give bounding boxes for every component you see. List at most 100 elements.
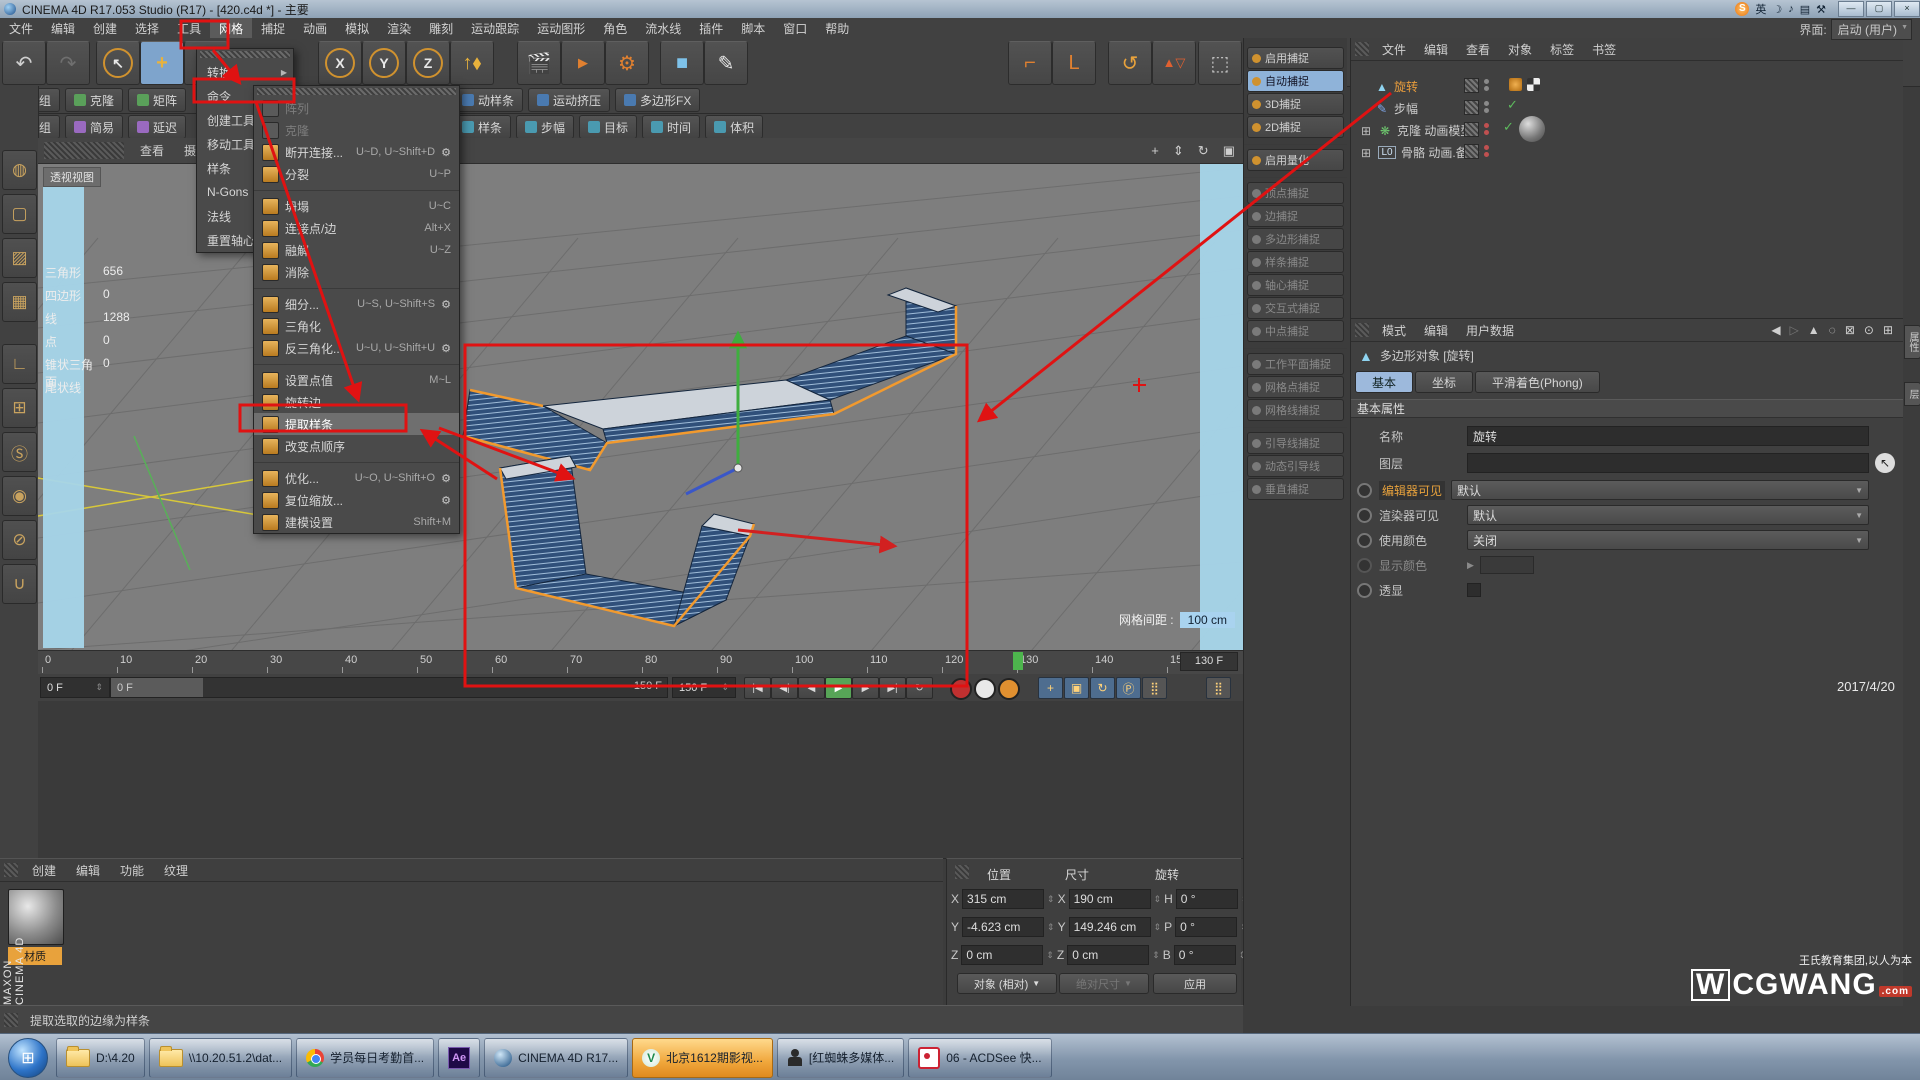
snap-option[interactable]: 引导线捕捉 (1247, 432, 1344, 454)
timeline-slider[interactable]: 0 F 150 F (110, 677, 668, 698)
snap-option[interactable]: 启用捕捉 (1247, 47, 1344, 69)
redo-button[interactable]: ↷ (46, 41, 90, 85)
menu-tearoff[interactable] (200, 51, 290, 58)
snap-option[interactable]: 交互式捕捉 (1247, 297, 1344, 319)
submenu-item[interactable]: 三角化⚙ (254, 315, 459, 337)
use-color-dropdown[interactable]: 关闭 (1467, 530, 1869, 550)
object-row-bones[interactable]: ⊞ L0 骨骼 动画.备份 (1359, 142, 1480, 163)
toolbar-button[interactable]: 时间 (642, 115, 700, 139)
snap-option[interactable]: 3D捕捉 (1247, 93, 1344, 115)
pos-z-field[interactable]: 0 cm (961, 945, 1043, 965)
display-color-swatch[interactable] (1480, 556, 1534, 574)
submenu-item[interactable]: 断开连接...U~D, U~Shift+D⚙ (254, 141, 459, 163)
submenu-item[interactable]: 设置点值M~L⚙ (254, 369, 459, 391)
toolbar-button[interactable]: 体积 (705, 115, 763, 139)
submenu-item[interactable]: 改变点顺序⚙ (254, 435, 459, 457)
toggle-view-icon[interactable]: ▣ (1223, 143, 1235, 159)
visibility-dots[interactable] (1484, 145, 1489, 157)
title-bar[interactable]: CINEMA 4D R17.053 Studio (R17) - [420.c4… (0, 0, 1920, 18)
toolbar-button[interactable]: 延迟 (128, 115, 186, 139)
menu-bar-item[interactable]: 网格 (210, 18, 252, 39)
record-button[interactable] (950, 678, 972, 700)
loop-button[interactable]: ↻ (906, 677, 933, 699)
snap-option[interactable]: 动态引导线 (1247, 455, 1344, 477)
toolbar-button[interactable]: 矩阵 (128, 88, 186, 112)
keyframe-selection-button[interactable]: ⣿ (1206, 677, 1231, 699)
gear-icon[interactable]: ⚙ (441, 298, 451, 311)
taskbar-aftereffects[interactable]: Ae (438, 1038, 480, 1078)
pos-y-field[interactable]: -4.623 cm (962, 917, 1044, 937)
side-tab-attributes[interactable]: 属性 (1904, 325, 1920, 359)
pos-x-field[interactable]: 315 cm (962, 889, 1044, 909)
layer-chip[interactable] (1464, 100, 1479, 118)
menu-bar-item[interactable]: 运动跟踪 (462, 18, 528, 39)
name-field[interactable]: 旋转 (1467, 426, 1869, 446)
submenu-item[interactable]: 消除⚙ (254, 261, 459, 283)
toolbar-button[interactable]: 样条 (453, 115, 511, 139)
phong-tag-icon[interactable] (1527, 78, 1540, 91)
om-menu-object[interactable]: 对象 (1499, 39, 1541, 60)
submenu-item[interactable]: 阵列⚙ (254, 97, 459, 119)
model-mode-button[interactable]: ▢ (2, 194, 37, 234)
coordinate-system-button[interactable]: ↑⬧ (450, 41, 494, 85)
prev-frame-button[interactable]: ◀ (798, 677, 825, 699)
visibility-dots[interactable] (1484, 123, 1489, 135)
workplane-mode-button[interactable]: ∟ (2, 344, 37, 384)
gear-icon[interactable]: ⚙ (441, 494, 451, 507)
render-view-button[interactable]: 🎬 (517, 41, 561, 85)
editor-visible-dropdown[interactable]: 默认 (1451, 480, 1869, 500)
snap-option[interactable]: 多边形捕捉 (1247, 228, 1344, 250)
snap-option[interactable]: 边捕捉 (1247, 205, 1344, 227)
layer-chip[interactable] (1464, 144, 1479, 162)
cube-points-button[interactable]: ⬚ (1198, 41, 1242, 85)
material-panel-grip[interactable] (4, 863, 18, 877)
menu-bar-item[interactable]: 工具 (168, 18, 210, 39)
editor-visible-radio[interactable] (1357, 483, 1372, 498)
xray-checkbox[interactable] (1467, 583, 1481, 597)
menu-bar-item[interactable]: 文件 (0, 18, 42, 39)
gear-icon[interactable]: ⚙ (441, 146, 451, 159)
history-forward-icon[interactable]: ▷ (1790, 323, 1799, 337)
size-y-field[interactable]: 149.246 cm (1069, 917, 1151, 937)
tab-coordinates[interactable]: 坐标 (1415, 371, 1473, 393)
sogou-ime-icon[interactable]: S (1735, 2, 1749, 16)
rot-b-field[interactable]: 0 ° (1174, 945, 1236, 965)
om-menu-tag[interactable]: 标签 (1541, 39, 1583, 60)
menu-bar-item[interactable]: 插件 (690, 18, 732, 39)
submenu-item[interactable]: 分裂U~P⚙ (254, 163, 459, 185)
attr-menu-mode[interactable]: 模式 (1373, 320, 1415, 341)
menu-bar-item[interactable]: 捕捉 (252, 18, 294, 39)
render-visible-dropdown[interactable]: 默认 (1467, 505, 1869, 525)
end-frame-field[interactable]: 150 F⇕ (672, 677, 736, 698)
record-rotation-toggle[interactable]: ↻ (1090, 677, 1115, 699)
zoom-view-icon[interactable]: ⇕ (1173, 143, 1184, 159)
material-tag-icon[interactable] (1509, 78, 1522, 91)
view-label[interactable]: 透视视图 (43, 167, 101, 187)
paint-bucket-button[interactable]: ◉ (2, 476, 37, 516)
snap-option[interactable]: 启用量化 (1247, 149, 1344, 171)
display-color-radio[interactable] (1357, 558, 1372, 573)
menu-bar-item[interactable]: 角色 (594, 18, 636, 39)
visibility-dots[interactable] (1484, 79, 1489, 91)
new-panel-icon[interactable]: ⊞ (1883, 323, 1893, 337)
history-back-icon[interactable]: ◀ (1771, 323, 1780, 337)
xray-radio[interactable] (1357, 583, 1372, 598)
absolute-size-dropdown[interactable]: 绝对尺寸▼ (1059, 973, 1149, 994)
object-row-rotate[interactable]: ▲ 旋转 (1375, 76, 1418, 97)
menu-bar-item[interactable]: 创建 (84, 18, 126, 39)
om-grip[interactable] (1355, 42, 1369, 56)
om-menu-bookmark[interactable]: 书签 (1583, 39, 1625, 60)
symmetry-button[interactable]: ▲▽ (1152, 41, 1196, 85)
taskbar-chrome[interactable]: 学员每日考勤首... (296, 1038, 434, 1078)
object-row-clone[interactable]: ⊞ ❋ 克隆 动画模型 (1359, 120, 1472, 141)
gear-icon[interactable]: ⚙ (441, 342, 451, 355)
menu-bar-item[interactable]: 窗口 (774, 18, 816, 39)
snap-option[interactable]: 网格点捕捉 (1247, 376, 1344, 398)
keyframe-button[interactable] (974, 678, 996, 700)
goto-start-button[interactable]: |◀ (744, 677, 771, 699)
size-x-field[interactable]: 190 cm (1069, 889, 1151, 909)
toolbar-button[interactable]: 简易 (65, 115, 123, 139)
taskbar-cinema4d[interactable]: CINEMA 4D R17... (484, 1038, 628, 1078)
section-basic-properties[interactable]: 基本属性 (1351, 399, 1903, 418)
lock-workplane-button[interactable]: ⊞ (2, 388, 37, 428)
